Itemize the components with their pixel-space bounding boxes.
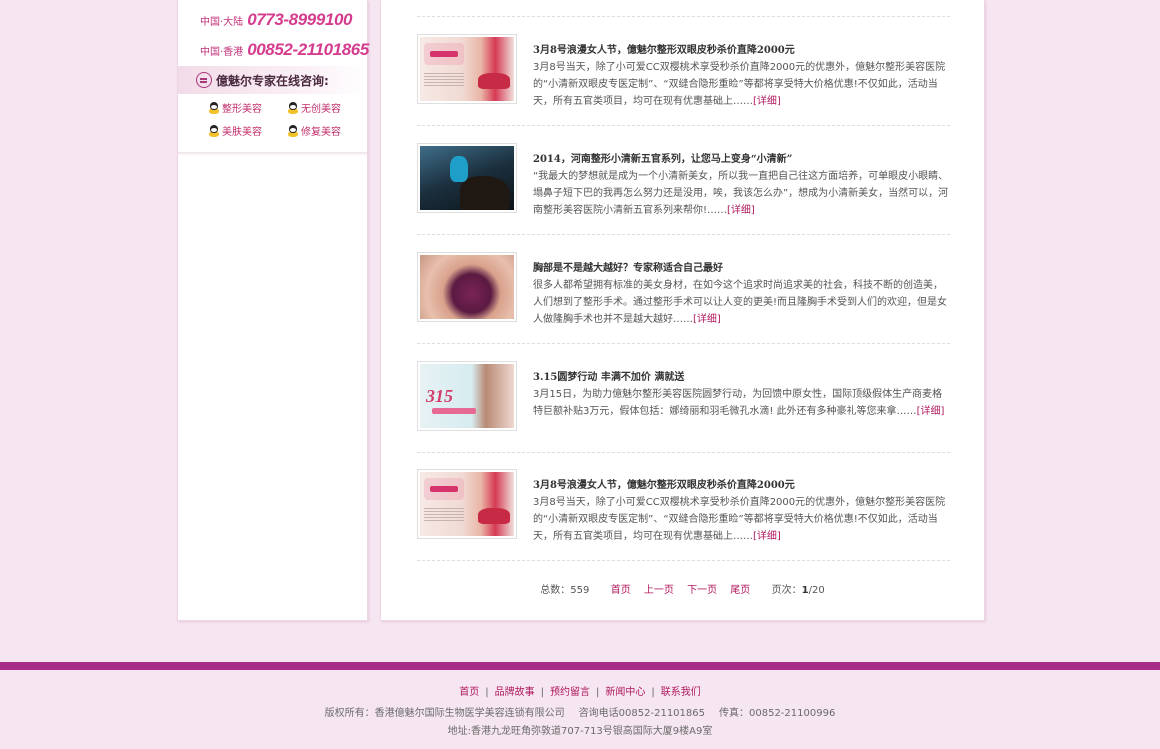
sidebar-divider: [178, 152, 367, 156]
read-more-link[interactable]: [详细]: [693, 314, 721, 325]
footer-address: 地址:香港九龙旺角弥敦道707-713号银高国际大厦9楼A9室: [447, 726, 713, 737]
article-title[interactable]: 2014，河南整形小清新五官系列，让您马上变身“小清新”: [533, 150, 792, 165]
footer-link-home[interactable]: 首页: [459, 687, 479, 698]
lingerie-photo: [420, 472, 514, 536]
qq-link-plastic[interactable]: 整形美容: [208, 100, 262, 115]
first-page-link[interactable]: 首页: [611, 585, 631, 596]
article-summary: 3月8号当天，除了小可爱CC双樱桃术享受秒杀价直降2000元的优惠外，億魅尔整形…: [533, 62, 946, 107]
article-thumbnail[interactable]: [417, 469, 517, 539]
next-page-link[interactable]: 下一页: [687, 585, 717, 596]
phone-region-label: 中国·香港: [200, 47, 244, 58]
qq-link-skin[interactable]: 美肤美容: [208, 123, 262, 138]
article-item: 315 3.15圆梦行动 丰满不加价 满就送 3月15日，为助力億魅尔整形美容医…: [417, 344, 950, 453]
article-summary: 很多人都希望拥有标准的美女身材，在如今这个追求时尚追求美的社会，科技不断的创造美…: [533, 280, 948, 325]
read-more-link[interactable]: [详细]: [753, 531, 781, 542]
article-thumbnail[interactable]: [417, 252, 517, 322]
phone-hongkong: 中国·香港 00852-21101865: [200, 40, 369, 60]
read-more-link[interactable]: [详细]: [727, 205, 755, 216]
read-more-link[interactable]: [详细]: [753, 96, 781, 107]
total-label: 总数：: [540, 585, 571, 596]
prev-page-link[interactable]: 上一页: [644, 585, 674, 596]
footer: 首页 | 品牌故事 | 预约留言 | 新闻中心 | 联系我们 版权所有：香港億魅尔国际生物医学美…: [0, 670, 1160, 749]
315-campaign-banner: 315: [420, 364, 514, 428]
article-thumbnail[interactable]: [417, 34, 517, 104]
last-page-link[interactable]: 尾页: [730, 585, 750, 596]
footer-band: [0, 662, 1160, 670]
qq-penguin-icon: [287, 101, 299, 114]
qq-link-label: 修复美容: [301, 127, 341, 138]
qq-link-noninvasive[interactable]: 无创美容: [287, 100, 341, 115]
footer-link-contact[interactable]: 联系我们: [661, 687, 701, 698]
lingerie-photo: [420, 37, 514, 101]
footer-info: 版权所有：香港億魅尔国际生物医学美容连锁有限公司 咨询电话00852-211018…: [0, 704, 1160, 719]
qq-link-label: 整形美容: [222, 104, 262, 115]
article-summary: 3月8号当天，除了小可爱CC双樱桃术享受秒杀价直降2000元的优惠外，億魅尔整形…: [533, 497, 946, 542]
qq-link-repair[interactable]: 修复美容: [287, 123, 341, 138]
phone-region-label: 中国·大陆: [200, 17, 244, 28]
page-total: /20: [808, 585, 825, 596]
qq-penguin-icon: [208, 124, 220, 137]
article-item: 3月8号浪漫女人节，億魅尔整形双眼皮秒杀价直降2000元 3月8号当天，除了小可…: [417, 452, 950, 561]
footer-link-news[interactable]: 新闻中心: [605, 687, 645, 698]
phone-number: 0773-8999100: [247, 10, 353, 29]
article-title[interactable]: 胸部是不是越大越好？专家称适合自己最好: [533, 259, 723, 274]
page-label: 页次：: [771, 585, 802, 596]
sidebar: 中国·大陆 0773-8999100 中国·香港 00852-21101865 …: [177, 0, 369, 621]
article-thumbnail[interactable]: [417, 143, 517, 213]
article-title[interactable]: 3月8号浪漫女人节，億魅尔整形双眼皮秒杀价直降2000元: [533, 41, 795, 56]
qq-penguin-icon: [208, 101, 220, 114]
total-count: 559: [570, 585, 590, 596]
chest-photo: [420, 255, 514, 319]
article-summary: “我最大的梦想就是成为一个小清新美女，所以我一直把自己往这方面培养，可单眼皮小眼…: [533, 171, 949, 216]
pagination: 总数：559 首页 上一页 下一页 尾页 页次：1/20: [381, 581, 984, 596]
article-title[interactable]: 3月8号浪漫女人节，億魅尔整形双眼皮秒杀价直降2000元: [533, 476, 795, 491]
chat-bubble-icon: [196, 72, 212, 88]
online-consult-title: 億魅尔专家在线咨询:: [216, 73, 329, 88]
qq-penguin-icon: [287, 124, 299, 137]
current-page: 1: [801, 585, 809, 596]
footer-link-booking[interactable]: 预约留言: [550, 687, 590, 698]
article-title[interactable]: 3.15圆梦行动 丰满不加价 满就送: [533, 368, 684, 383]
article-summary: 3月15日，为助力億魅尔整形美容医院圆梦行动，为回馈中原女性，国际顶级假体生产商…: [533, 389, 945, 417]
read-more-link[interactable]: [详细]: [917, 406, 945, 417]
woman-on-horse-photo: [420, 146, 514, 210]
phone-number: 00852-21101865: [247, 40, 369, 59]
footer-nav: 首页 | 品牌故事 | 预约留言 | 新闻中心 | 联系我们: [459, 687, 701, 698]
article-item: 2014，河南整形小清新五官系列，让您马上变身“小清新” “我最大的梦想就是成为…: [417, 126, 950, 235]
footer-phone: 咨询电话00852-21101865: [578, 708, 705, 719]
copyright-text: 版权所有：香港億魅尔国际生物医学美容连锁有限公司: [324, 708, 565, 719]
article-list-panel: 3月8号浪漫女人节，億魅尔整形双眼皮秒杀价直降2000元 3月8号当天，除了小可…: [380, 0, 985, 621]
article-item: 3月8号浪漫女人节，億魅尔整形双眼皮秒杀价直降2000元 3月8号当天，除了小可…: [417, 17, 950, 126]
qq-link-label: 美肤美容: [222, 127, 262, 138]
phone-mainland: 中国·大陆 0773-8999100: [200, 10, 352, 30]
article-thumbnail[interactable]: 315: [417, 361, 517, 431]
article-item: 胸部是不是越大越好？专家称适合自己最好 很多人都希望拥有标准的美女身材，在如今这…: [417, 235, 950, 344]
online-consult-header: 億魅尔专家在线咨询:: [178, 66, 367, 94]
qq-link-label: 无创美容: [301, 104, 341, 115]
footer-fax: 传真：00852-21100996: [719, 708, 836, 719]
footer-link-brand-story[interactable]: 品牌故事: [495, 687, 535, 698]
